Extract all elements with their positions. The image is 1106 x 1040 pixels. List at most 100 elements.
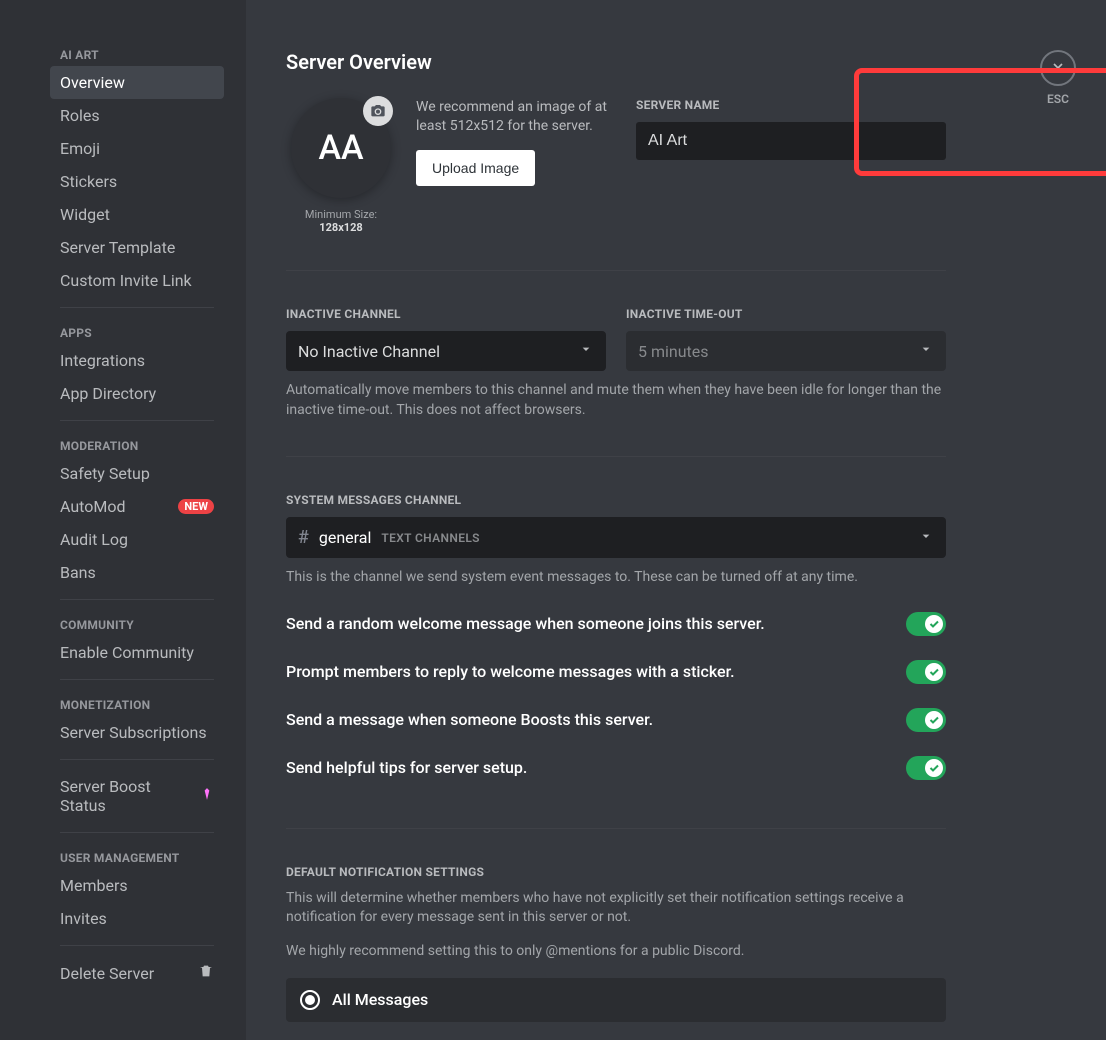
sidebar-item-label: AutoMod: [60, 497, 126, 516]
sidebar-item-label: Roles: [60, 106, 100, 125]
sidebar-item-app-directory[interactable]: App Directory: [50, 377, 224, 410]
radio-all-messages[interactable]: All Messages: [286, 978, 946, 1022]
inactive-channel-select[interactable]: No Inactive Channel: [286, 331, 606, 371]
sidebar-item-label: Delete Server: [60, 964, 154, 983]
inactive-channel-value: No Inactive Channel: [298, 342, 440, 361]
sidebar-section-header: APPS: [50, 318, 224, 344]
toggle-switch[interactable]: [906, 756, 946, 780]
sidebar-divider: [60, 599, 214, 600]
system-help-text: This is the channel we send system event…: [286, 568, 946, 588]
sidebar-item-server-template[interactable]: Server Template: [50, 231, 224, 264]
sidebar-divider: [60, 832, 214, 833]
sidebar-item-widget[interactable]: Widget: [50, 198, 224, 231]
sidebar-item-label: Overview: [60, 73, 125, 92]
toggle-knob: [925, 711, 943, 729]
toggle-switch[interactable]: [906, 612, 946, 636]
sidebar-item-label: Bans: [60, 563, 96, 582]
sidebar-item-label: Stickers: [60, 172, 117, 191]
toggle-switch[interactable]: [906, 660, 946, 684]
page-title: Server Overview: [286, 50, 946, 74]
sidebar: AI ART Overview Roles Emoji Stickers Widget Se…: [0, 0, 246, 1040]
notification-help-2: We highly recommend setting this to only…: [286, 942, 946, 962]
sidebar-section-header: COMMUNITY: [50, 610, 224, 636]
system-messages-label: SYSTEM MESSAGES CHANNEL: [286, 493, 946, 507]
radio-selected-icon: [300, 990, 320, 1010]
toggle-knob: [925, 615, 943, 633]
divider: [286, 270, 946, 271]
sidebar-item-label: Custom Invite Link: [60, 271, 192, 290]
system-channel-name: general: [319, 528, 372, 547]
system-toggle-row: Prompt members to reply to welcome messa…: [286, 648, 946, 696]
toggle-switch[interactable]: [906, 708, 946, 732]
sidebar-item-delete-server[interactable]: Delete Server: [50, 956, 224, 990]
inactive-help-text: Automatically move members to this chann…: [286, 381, 946, 420]
server-name-label: SERVER NAME: [636, 98, 946, 112]
sidebar-item-boost-status[interactable]: Server Boost Status: [50, 770, 224, 822]
divider: [286, 828, 946, 829]
notification-help-1: This will determine whether members who …: [286, 889, 946, 928]
sidebar-section-header: MONETIZATION: [50, 690, 224, 716]
esc-label: ESC: [1047, 92, 1069, 106]
sidebar-divider: [60, 759, 214, 760]
system-messages-select[interactable]: # general TEXT CHANNELS: [286, 517, 946, 558]
inactive-timeout-label: INACTIVE TIME-OUT: [626, 307, 946, 321]
sidebar-item-server-subscriptions[interactable]: Server Subscriptions: [50, 716, 224, 749]
sidebar-item-label: Audit Log: [60, 530, 128, 549]
toggle-label: Prompt members to reply to welcome messa…: [286, 662, 735, 681]
new-badge: NEW: [178, 499, 214, 514]
sidebar-item-label: Server Template: [60, 238, 175, 257]
sidebar-item-enable-community[interactable]: Enable Community: [50, 636, 224, 669]
toggle-label: Send a random welcome message when someo…: [286, 614, 765, 633]
sidebar-item-bans[interactable]: Bans: [50, 556, 224, 589]
chevron-down-icon: [918, 341, 934, 361]
sidebar-item-overview[interactable]: Overview: [50, 66, 224, 99]
hash-icon: #: [298, 527, 309, 548]
sidebar-item-automod[interactable]: AutoMod NEW: [50, 490, 224, 523]
inactive-timeout-select[interactable]: 5 minutes: [626, 331, 946, 371]
recommend-text: We recommend an image of at least 512x51…: [416, 98, 616, 136]
server-name-input[interactable]: [636, 122, 946, 160]
toggle-knob: [925, 759, 943, 777]
sidebar-item-label: Safety Setup: [60, 464, 150, 483]
sidebar-item-roles[interactable]: Roles: [50, 99, 224, 132]
server-avatar[interactable]: AA: [291, 98, 391, 198]
avatar-initials: AA: [318, 128, 363, 168]
sidebar-item-safety-setup[interactable]: Safety Setup: [50, 457, 224, 490]
toggle-knob: [925, 663, 943, 681]
boost-gem-icon: [200, 787, 214, 805]
toggle-label: Send helpful tips for server setup.: [286, 758, 527, 777]
sidebar-item-members[interactable]: Members: [50, 869, 224, 902]
sidebar-item-audit-log[interactable]: Audit Log: [50, 523, 224, 556]
sidebar-item-stickers[interactable]: Stickers: [50, 165, 224, 198]
sidebar-section-header: AI ART: [50, 40, 224, 66]
sidebar-item-label: Emoji: [60, 139, 100, 158]
sidebar-item-integrations[interactable]: Integrations: [50, 344, 224, 377]
sidebar-divider: [60, 945, 214, 946]
sidebar-item-custom-invite[interactable]: Custom Invite Link: [50, 264, 224, 297]
notification-settings-label: DEFAULT NOTIFICATION SETTINGS: [286, 865, 946, 879]
system-toggle-row: Send helpful tips for server setup.: [286, 744, 946, 792]
inactive-channel-label: INACTIVE CHANNEL: [286, 307, 606, 321]
sidebar-section-header: MODERATION: [50, 431, 224, 457]
inactive-timeout-value: 5 minutes: [638, 342, 709, 361]
sidebar-item-label: App Directory: [60, 384, 156, 403]
system-toggle-row: Send a random welcome message when someo…: [286, 600, 946, 648]
upload-image-icon[interactable]: [363, 96, 393, 126]
upload-image-button[interactable]: Upload Image: [416, 150, 535, 186]
sidebar-item-label: Server Subscriptions: [60, 723, 207, 742]
sidebar-item-invites[interactable]: Invites: [50, 902, 224, 935]
sidebar-item-label: Invites: [60, 909, 107, 928]
sidebar-item-label: Widget: [60, 205, 110, 224]
sidebar-item-label: Server Boost Status: [60, 777, 200, 815]
sidebar-divider: [60, 307, 214, 308]
trash-icon: [198, 963, 214, 983]
sidebar-divider: [60, 420, 214, 421]
sidebar-divider: [60, 679, 214, 680]
system-toggle-row: Send a message when someone Boosts this …: [286, 696, 946, 744]
sidebar-item-emoji[interactable]: Emoji: [50, 132, 224, 165]
sidebar-item-label: Members: [60, 876, 128, 895]
radio-all-messages-label: All Messages: [332, 990, 428, 1009]
close-button[interactable]: [1040, 50, 1076, 86]
chevron-down-icon: [918, 528, 934, 548]
server-avatar-block: AA Minimum Size: 128x128: [286, 98, 396, 234]
